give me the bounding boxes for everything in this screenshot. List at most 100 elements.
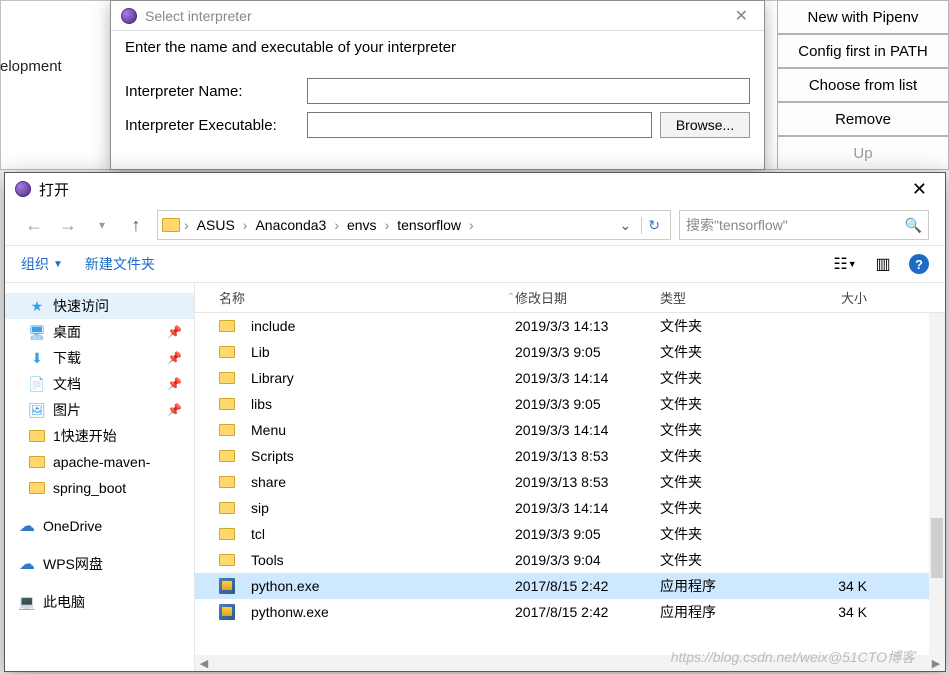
organize-menu[interactable]: 组织▼ (21, 254, 63, 274)
file-row[interactable]: Library2019/3/3 14:14文件夹 (195, 365, 945, 391)
preview-pane-icon[interactable]: ▥ (871, 254, 895, 274)
sidebar-wps[interactable]: ☁WPS网盘 (5, 551, 194, 577)
search-input[interactable]: 搜索"tensorflow" 🔍 (679, 210, 929, 240)
chevron-right-icon[interactable]: › (385, 217, 390, 233)
scroll-right-icon[interactable]: ▶ (929, 656, 943, 670)
refresh-icon[interactable]: ↻ (641, 217, 666, 234)
file-type-cell: 文件夹 (660, 524, 805, 544)
sidebar-desktop[interactable]: 🖥桌面📌 (5, 319, 194, 345)
file-row[interactable]: python.exe2017/8/15 2:42应用程序34 K (195, 573, 945, 599)
file-row[interactable]: Tools2019/3/3 9:04文件夹 (195, 547, 945, 573)
file-row[interactable]: pythonw.exe2017/8/15 2:42应用程序34 K (195, 599, 945, 625)
breadcrumb-seg2[interactable]: Anaconda3 (251, 215, 330, 235)
file-date-cell: 2017/8/15 2:42 (515, 578, 660, 594)
scrollbar-thumb[interactable] (931, 518, 943, 578)
folder-icon (219, 554, 235, 566)
file-row[interactable]: sip2019/3/3 14:14文件夹 (195, 495, 945, 521)
choose-from-list-button[interactable]: Choose from list (777, 68, 949, 102)
document-icon: 📄 (29, 376, 45, 392)
sidebar-folder3[interactable]: spring_boot (5, 475, 194, 501)
address-row: ← → ▾ ↑ › ASUS › Anaconda3 › envs › tens… (5, 205, 945, 245)
pin-icon: 📌 (167, 325, 182, 339)
remove-button[interactable]: Remove (777, 102, 949, 136)
file-date-cell: 2019/3/3 14:14 (515, 422, 660, 438)
file-type-cell: 文件夹 (660, 316, 805, 336)
scroll-left-icon[interactable]: ◀ (197, 656, 211, 670)
chevron-right-icon[interactable]: › (469, 217, 474, 233)
pin-icon: 📌 (167, 403, 182, 417)
file-dialog-body: ★快速访问 🖥桌面📌 ⬇下载📌 📄文档📌 🖼图片📌 1快速开始 apache-m… (5, 283, 945, 671)
sidebar-folder1[interactable]: 1快速开始 (5, 423, 194, 449)
sidebar-documents[interactable]: 📄文档📌 (5, 371, 194, 397)
nav-recent-icon[interactable]: ▾ (89, 212, 115, 238)
search-icon: 🔍 (905, 217, 922, 234)
folder-icon (219, 424, 235, 436)
nav-up-icon[interactable]: ↑ (123, 212, 149, 238)
file-name-cell: pythonw.exe (195, 604, 515, 620)
file-name-cell: include (195, 318, 515, 334)
chevron-right-icon[interactable]: › (334, 217, 339, 233)
nav-forward-icon[interactable]: → (55, 212, 81, 238)
star-icon: ★ (29, 298, 45, 314)
breadcrumb-seg1[interactable]: ASUS (193, 215, 239, 235)
file-row[interactable]: libs2019/3/3 9:05文件夹 (195, 391, 945, 417)
address-dropdown-icon[interactable]: ⌄ (614, 217, 638, 234)
col-type-header[interactable]: 类型 (660, 288, 805, 307)
right-button-column: New with Pipenv Config first in PATH Cho… (777, 0, 949, 170)
file-type-cell: 文件夹 (660, 498, 805, 518)
interpreter-dialog-title: Select interpreter (145, 8, 729, 24)
file-type-cell: 文件夹 (660, 394, 805, 414)
interpreter-prompt: Enter the name and executable of your in… (111, 31, 764, 64)
interpreter-name-input[interactable] (307, 78, 750, 104)
close-icon[interactable]: ✕ (904, 179, 935, 200)
col-date-header[interactable]: 修改日期 (515, 288, 660, 307)
col-size-header[interactable]: 大小 (805, 288, 875, 307)
sidebar-onedrive[interactable]: ☁OneDrive (5, 513, 194, 539)
folder-icon (29, 430, 45, 442)
pin-icon: 📌 (167, 377, 182, 391)
file-row[interactable]: Lib2019/3/3 9:05文件夹 (195, 339, 945, 365)
browse-button[interactable]: Browse... (660, 112, 750, 138)
folder-icon (219, 502, 235, 514)
sidebar-folder2[interactable]: apache-maven- (5, 449, 194, 475)
file-row[interactable]: Scripts2019/3/13 8:53文件夹 (195, 443, 945, 469)
sidebar-this-pc[interactable]: 💻此电脑 (5, 589, 194, 615)
file-row[interactable]: Menu2019/3/3 14:14文件夹 (195, 417, 945, 443)
config-first-in-path-button[interactable]: Config first in PATH (777, 34, 949, 68)
address-bar[interactable]: › ASUS › Anaconda3 › envs › tensorflow ›… (157, 210, 671, 240)
interpreter-executable-input[interactable] (307, 112, 652, 138)
file-size-cell: 34 K (805, 604, 875, 620)
sidebar-downloads[interactable]: ⬇下载📌 (5, 345, 194, 371)
help-icon[interactable]: ? (909, 254, 929, 274)
breadcrumb-seg4[interactable]: tensorflow (393, 215, 465, 235)
new-with-pipenv-button[interactable]: New with Pipenv (777, 0, 949, 34)
horizontal-scrollbar[interactable]: ◀ ▶ (195, 655, 945, 671)
left-tree-label: elopment (0, 58, 62, 75)
file-name-cell: share (195, 474, 515, 490)
chevron-right-icon[interactable]: › (243, 217, 248, 233)
close-icon[interactable]: ✕ (729, 6, 754, 26)
col-name-header[interactable]: 名称⌃ (195, 288, 515, 307)
view-mode-icon[interactable]: ☷ ▼ (833, 254, 857, 274)
file-name-cell: tcl (195, 526, 515, 542)
nav-back-icon[interactable]: ← (21, 212, 47, 238)
breadcrumb-seg3[interactable]: envs (343, 215, 381, 235)
file-list: 名称⌃ 修改日期 类型 大小 include2019/3/3 14:13文件夹L… (195, 283, 945, 671)
file-name-cell: Library (195, 370, 515, 386)
file-row[interactable]: share2019/3/13 8:53文件夹 (195, 469, 945, 495)
new-folder-button[interactable]: 新建文件夹 (85, 254, 155, 274)
vertical-scrollbar[interactable] (929, 313, 945, 655)
sidebar-quick-access[interactable]: ★快速访问 (5, 293, 194, 319)
file-type-cell: 文件夹 (660, 472, 805, 492)
file-type-cell: 文件夹 (660, 550, 805, 570)
file-row[interactable]: include2019/3/3 14:13文件夹 (195, 313, 945, 339)
up-button[interactable]: Up (777, 136, 949, 170)
file-name-cell: Lib (195, 344, 515, 360)
pin-icon: 📌 (167, 351, 182, 365)
file-date-cell: 2017/8/15 2:42 (515, 604, 660, 620)
download-icon: ⬇ (29, 350, 45, 366)
file-row[interactable]: tcl2019/3/3 9:05文件夹 (195, 521, 945, 547)
sidebar-pictures[interactable]: 🖼图片📌 (5, 397, 194, 423)
eclipse-icon (15, 181, 31, 197)
chevron-right-icon[interactable]: › (184, 217, 189, 233)
